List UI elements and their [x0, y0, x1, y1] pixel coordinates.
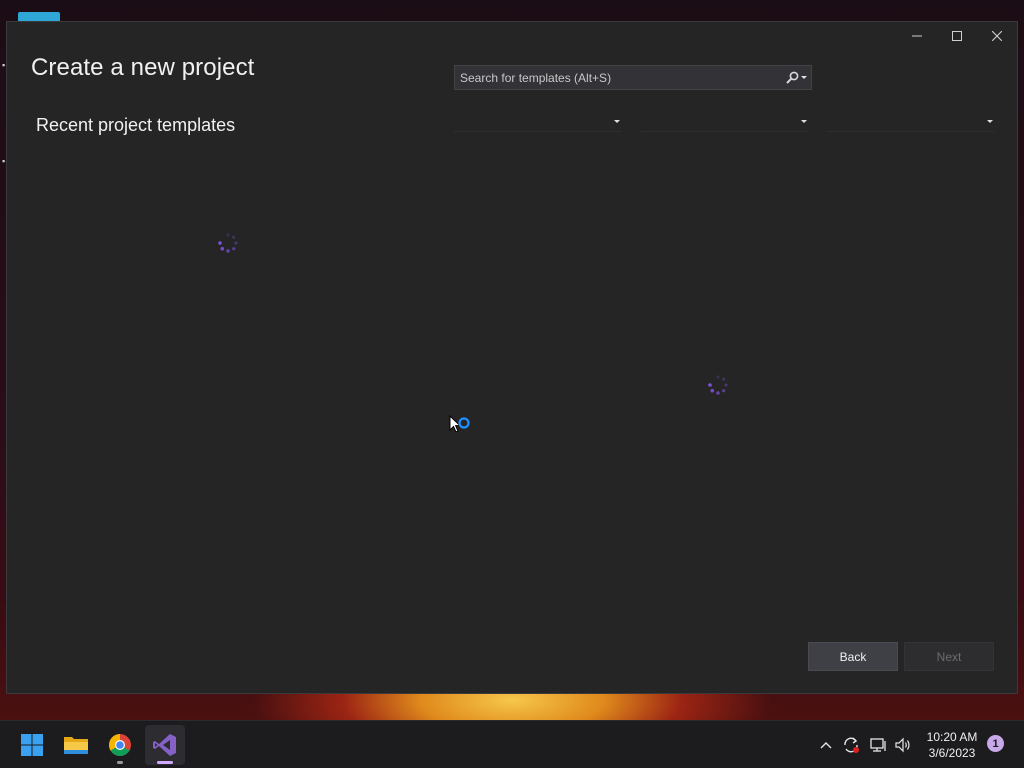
- sync-status-icon[interactable]: [840, 721, 862, 768]
- clock-time: 10:20 AM: [926, 730, 978, 744]
- template-search-box[interactable]: [454, 65, 812, 90]
- page-title: Create a new project: [31, 54, 255, 81]
- language-filter-dropdown[interactable]: [454, 112, 622, 132]
- recent-templates-heading: Recent project templates: [36, 115, 236, 135]
- window-controls: [897, 22, 1017, 50]
- taskbar: 10:20 AM 3/6/2023: [0, 720, 1024, 768]
- active-app-indicator: [157, 761, 173, 764]
- search-options-button[interactable]: [781, 66, 811, 89]
- busy-cursor-icon: [449, 415, 470, 433]
- recent-templates-loading-spinner-icon: [218, 233, 238, 253]
- template-search-input[interactable]: [455, 66, 781, 89]
- close-icon[interactable]: [977, 22, 1017, 50]
- platform-filter-dropdown[interactable]: [641, 112, 809, 132]
- running-indicator: [117, 761, 123, 764]
- file-explorer-icon[interactable]: [56, 725, 96, 765]
- create-project-window: Create a new project Recent project temp…: [6, 21, 1018, 694]
- chevron-down-icon: [987, 120, 993, 123]
- minimize-icon[interactable]: [897, 22, 937, 50]
- visual-studio-icon[interactable]: [145, 725, 185, 765]
- network-icon[interactable]: [867, 721, 889, 768]
- windows-start-icon[interactable]: [12, 725, 52, 765]
- notification-count-badge[interactable]: 1: [987, 735, 1004, 752]
- template-list-loading-spinner-icon: [708, 375, 728, 395]
- chevron-up-icon[interactable]: [816, 721, 836, 768]
- chevron-down-icon: [801, 120, 807, 123]
- maximize-icon[interactable]: [937, 22, 977, 50]
- chrome-icon[interactable]: [100, 725, 140, 765]
- chevron-down-icon: [614, 120, 620, 123]
- project-type-filter-dropdown[interactable]: [827, 112, 995, 132]
- search-icon: [785, 71, 798, 84]
- clock-date: 3/6/2023: [928, 746, 976, 760]
- back-button[interactable]: Back: [808, 642, 898, 671]
- next-button[interactable]: Next: [904, 642, 994, 671]
- taskbar-clock[interactable]: 10:20 AM 3/6/2023: [922, 729, 982, 761]
- chevron-down-icon: [800, 76, 807, 79]
- volume-icon[interactable]: [892, 721, 914, 768]
